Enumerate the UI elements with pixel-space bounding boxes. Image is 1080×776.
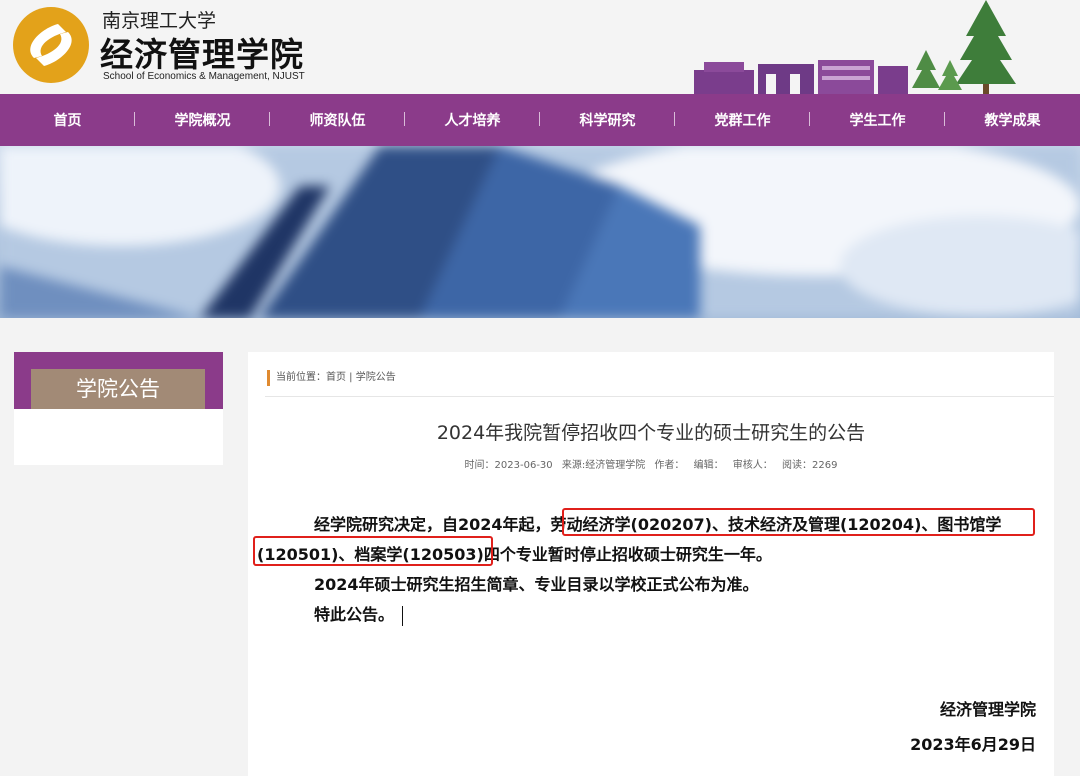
school-name: 经济管理学院 (100, 35, 304, 74)
text-cursor (402, 605, 404, 626)
main-nav: 首页 学院概况 师资队伍 人才培养 科学研究 党群工作 学生工作 教学成果 (0, 94, 1080, 146)
meta-source: 来源:经济管理学院 (561, 460, 646, 471)
article-title: 2024年我院暂停招收四个专业的硕士研究生的公告 (436, 422, 866, 444)
highlight-box (562, 508, 1035, 536)
nav-item-students[interactable]: 学生工作 (810, 110, 945, 130)
article-body: 经学院研究决定，自2024年起，劳动经济学(020207)、技术经济及管理(12… (253, 508, 1047, 630)
breadcrumb[interactable]: 当前位置：首页 | 学院公告 (267, 370, 396, 386)
signature-date: 2023年6月29日 (910, 735, 1036, 754)
paragraph-2: 2024年硕士研究生招生简章、专业目录以学校正式公布为准。 (314, 575, 759, 594)
meta-time: 时间：2023-06-30 (464, 460, 553, 471)
nav-label: 党群工作 (714, 113, 771, 129)
paragraph-1: 经学院研究决定，自2024年起，劳动经济学(020207)、技术经济及管理(12… (253, 508, 1047, 570)
divider (265, 396, 1054, 397)
article-meta: 时间：2023-06-30 来源:经济管理学院 作者： 编辑： 审核人： 阅读：… (248, 456, 1054, 471)
sidebar-title[interactable]: 学院公告 (31, 369, 205, 409)
signature: 经济管理学院 (939, 700, 1036, 719)
nav-label: 人才培养 (444, 113, 501, 129)
school-name-en: School of Economics & Management, NJUST (103, 71, 305, 82)
nav-label: 学院概况 (174, 113, 231, 129)
nav-item-about[interactable]: 学院概况 (135, 110, 270, 130)
meta-author: 作者： (654, 460, 685, 471)
meta-reviewer: 审核人： (732, 460, 773, 471)
nav-label: 学生工作 (849, 113, 906, 129)
nav-label: 首页 (53, 113, 82, 129)
nav-item-party[interactable]: 党群工作 (675, 110, 810, 130)
sidebar: 学院公告 (14, 352, 223, 465)
paragraph-3: 特此公告。 (257, 600, 1047, 630)
nav-item-faculty[interactable]: 师资队伍 (270, 110, 405, 130)
nav-label: 科学研究 (579, 113, 636, 129)
nav-item-home[interactable]: 首页 (0, 110, 135, 130)
sidebar-header: 学院公告 (14, 352, 223, 409)
meta-views: 阅读：2269 (781, 460, 838, 471)
hero-banner-image (0, 146, 1080, 318)
school-logo[interactable] (12, 6, 90, 84)
closing-text: 特此公告。 (314, 605, 395, 624)
nav-item-achievements[interactable]: 教学成果 (945, 110, 1080, 130)
nav-label: 师资队伍 (309, 113, 366, 129)
nav-item-research[interactable]: 科学研究 (540, 110, 675, 130)
highlight-box (253, 536, 493, 566)
nav-item-education[interactable]: 人才培养 (405, 110, 540, 130)
campus-skyline-illustration (694, 0, 1016, 94)
site-header: 南京理工大学 经济管理学院 School of Economics & Mana… (0, 0, 1080, 94)
article-panel: 当前位置：首页 | 学院公告 2024年我院暂停招收四个专业的硕士研究生的公告 … (248, 352, 1054, 776)
meta-editor: 编辑： (693, 460, 724, 471)
nav-label: 教学成果 (984, 113, 1041, 129)
